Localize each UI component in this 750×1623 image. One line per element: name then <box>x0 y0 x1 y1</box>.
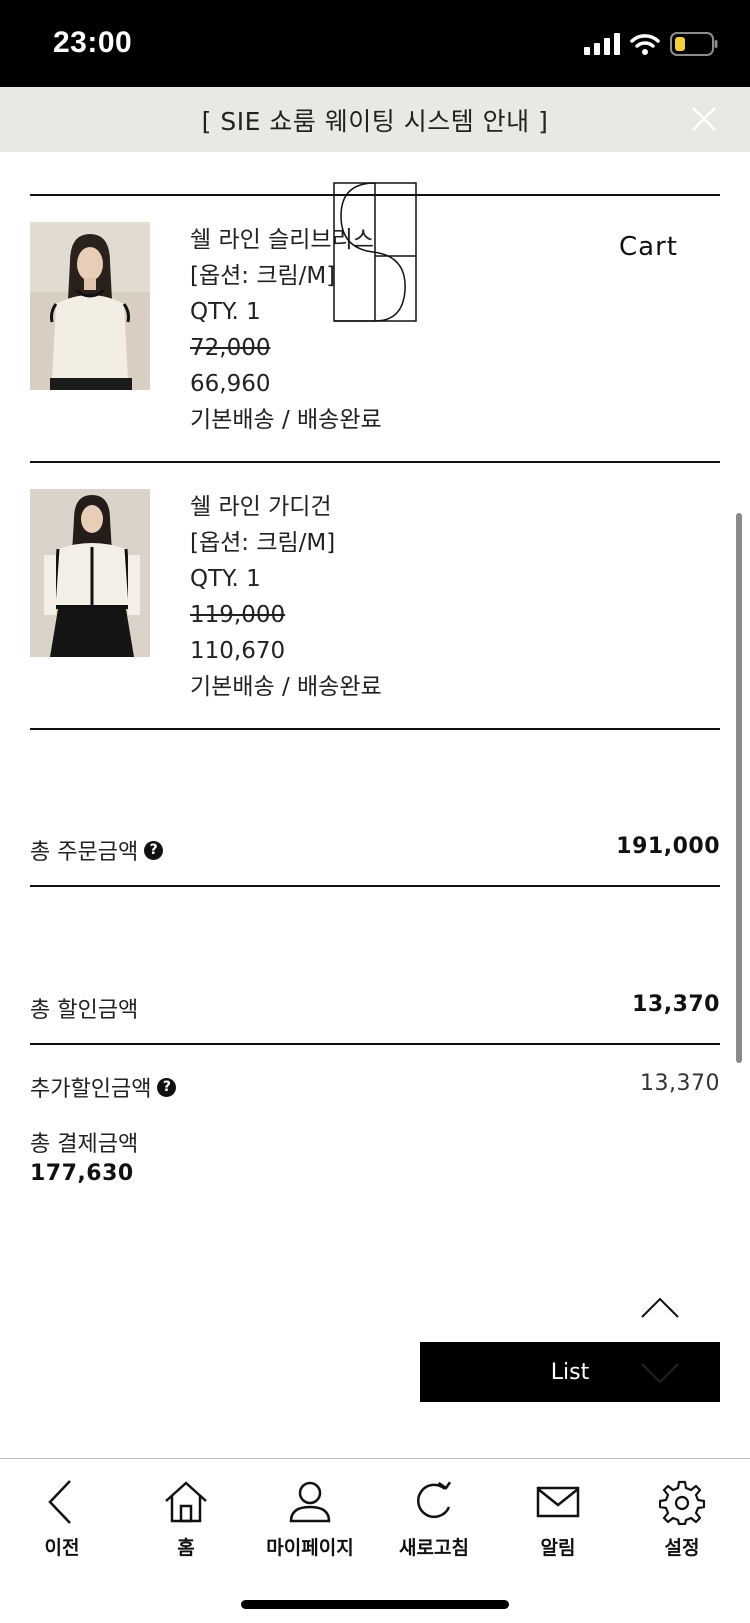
nav-refresh-label: 새로고침 <box>399 1537 469 1559</box>
nav-home-label: 홈 <box>177 1537 195 1559</box>
nav-home[interactable]: 홈 <box>126 1471 246 1581</box>
product-option: [옵션: 크림/M] <box>190 530 336 556</box>
divider <box>30 461 720 463</box>
nav-mypage-label: 마이페이지 <box>266 1537 354 1559</box>
nav-notification-label: 알림 <box>540 1537 576 1559</box>
gear-icon <box>659 1480 705 1525</box>
nav-settings-label: 설정 <box>664 1537 700 1559</box>
product-original-price: 119,000 <box>190 602 286 628</box>
back-icon <box>48 1480 71 1524</box>
product-sale-price: 66,960 <box>190 371 271 397</box>
nav-mypage[interactable]: 마이페이지 <box>250 1471 370 1581</box>
signal-icon <box>584 33 620 55</box>
product-image[interactable] <box>30 222 150 390</box>
product-info: 쉘 라인 가디건 [옵션: 크림/M] QTY. 1 119,000 110,6… <box>190 489 382 705</box>
home-icon <box>165 1481 207 1523</box>
scroll-down-icon[interactable] <box>640 1362 680 1384</box>
total-discount-value: 13,370 <box>632 992 720 1017</box>
divider <box>30 1043 720 1045</box>
list-button[interactable]: List <box>420 1342 720 1402</box>
battery-icon <box>670 32 718 56</box>
product-sale-price: 110,670 <box>190 638 286 664</box>
total-payment-value: 177,630 <box>30 1161 134 1186</box>
product-original-price: 72,000 <box>190 335 271 361</box>
product-photo-sleeveless <box>30 222 150 390</box>
extra-discount-label: 추가할인금액 <box>30 1077 152 1102</box>
scroll-top-icon[interactable] <box>640 1295 680 1319</box>
nav-notification[interactable]: 알림 <box>498 1471 618 1581</box>
total-order-label: 총 주문금액 <box>30 840 139 865</box>
list-button-label: List <box>550 1359 590 1385</box>
cart-label[interactable]: Cart <box>619 232 678 262</box>
product-image[interactable] <box>30 489 150 657</box>
notice-banner[interactable]: [ SIE 쇼룸 웨이팅 시스템 안내 ] <box>0 87 750 152</box>
extra-discount-value: 13,370 <box>640 1071 720 1096</box>
total-order-value: 191,000 <box>616 834 720 859</box>
divider <box>30 885 720 887</box>
product-shipping-status: 기본배송 / 배송완료 <box>190 674 382 700</box>
extra-discount-row: 추가할인금액 ? <box>30 1071 177 1103</box>
nav-settings[interactable]: 설정 <box>622 1471 742 1581</box>
product-name[interactable]: 쉘 라인 가디건 <box>190 489 382 525</box>
refresh-icon <box>417 1481 452 1519</box>
total-payment-label-text: 총 결제금액 <box>30 1132 139 1157</box>
status-bar: 23:00 <box>0 0 750 87</box>
product-shipping-status: 기본배송 / 배송완료 <box>190 407 382 433</box>
total-order-row: 총 주문금액 ? <box>30 834 164 866</box>
mail-icon <box>536 1486 580 1518</box>
status-time: 23:00 <box>53 26 133 59</box>
bottom-nav: 이전 홈 마이페이지 새로고침 알림 설정 <box>0 1458 750 1623</box>
total-discount-row: 총 할인금액 <box>30 992 138 1024</box>
person-icon <box>289 1481 331 1523</box>
help-icon[interactable]: ? <box>157 1077 177 1097</box>
product-qty: QTY. 1 <box>190 566 261 592</box>
home-indicator <box>241 1600 509 1609</box>
nav-back-label: 이전 <box>44 1537 80 1559</box>
wifi-icon <box>630 34 660 55</box>
product-photo-cardigan <box>30 489 150 657</box>
brand-logo[interactable] <box>333 182 417 322</box>
nav-back[interactable]: 이전 <box>2 1471 122 1581</box>
close-icon[interactable] <box>690 105 718 133</box>
help-icon[interactable]: ? <box>144 840 164 860</box>
nav-refresh[interactable]: 새로고침 <box>374 1471 494 1581</box>
total-payment-label: 총 결제금액 <box>30 1126 138 1158</box>
notice-text[interactable]: [ SIE 쇼룸 웨이팅 시스템 안내 ] <box>0 102 750 138</box>
divider <box>30 728 720 730</box>
status-icons <box>584 30 718 58</box>
scrollbar[interactable] <box>736 513 742 1063</box>
total-discount-label: 총 할인금액 <box>30 998 139 1023</box>
